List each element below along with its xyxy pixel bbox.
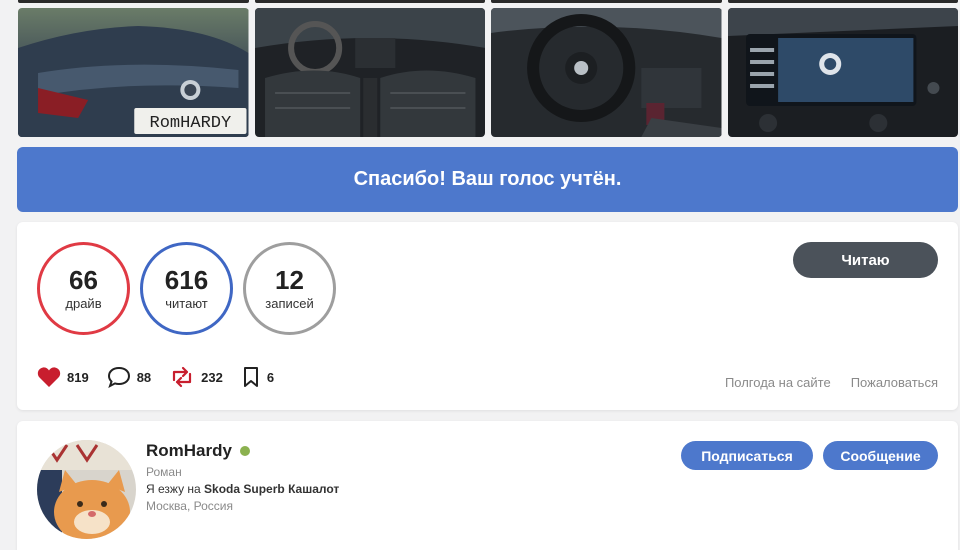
like-count: 819 — [67, 369, 89, 385]
posts-label: записей — [265, 296, 314, 311]
drive-count: 66 — [69, 265, 98, 295]
comment-icon — [107, 366, 130, 388]
subscribe-button[interactable]: Подписаться — [681, 441, 813, 470]
gallery-photo-car-rear[interactable]: RomHARDY — [18, 8, 249, 137]
followers-counter[interactable]: 616 читают — [140, 242, 233, 335]
vote-thanks-banner: Спасибо! Ваш голос учтён. — [17, 147, 958, 212]
followers-count: 616 — [164, 265, 209, 295]
action-bar: 819 88 232 6 — [37, 366, 292, 388]
profile-car-prefix: Я езжу на — [146, 482, 205, 496]
gallery-photo-infotainment[interactable] — [727, 8, 958, 137]
repost-action[interactable]: 232 — [169, 366, 223, 388]
comment-count: 88 — [136, 369, 152, 385]
bookmark-icon — [243, 367, 258, 387]
message-button[interactable]: Сообщение — [823, 441, 938, 470]
vote-thanks-text: Спасибо! Ваш голос учтён. — [353, 168, 622, 190]
like-action[interactable]: 819 — [37, 366, 89, 388]
reading-button[interactable]: Читаю — [793, 242, 938, 278]
repost-icon — [173, 366, 192, 388]
gallery-photo-steering-wheel[interactable] — [491, 8, 722, 137]
time-on-site-link[interactable]: Полгода на сайте — [725, 375, 831, 390]
profile-username-row: RomHardy — [146, 441, 250, 461]
profile-username[interactable]: RomHardy — [146, 441, 232, 461]
license-plate-text: RomHARDY — [150, 114, 232, 133]
posts-counter[interactable]: 12 записей — [243, 242, 336, 335]
profile-card: RomHardy Роман Я езжу на Skoda Superb Ка… — [17, 421, 958, 550]
posts-count: 12 — [275, 265, 304, 295]
profile-car-line: Я езжу на Skoda Superb Кашалот — [146, 482, 339, 496]
page: RomHARDY Спасибо! Ваш голос учтён. 66 др… — [0, 0, 960, 550]
photo-gallery: RomHARDY — [18, 8, 958, 137]
bookmark-count: 6 — [266, 369, 275, 385]
avatar[interactable] — [37, 440, 136, 539]
meta-links: Полгода на сайте Пожаловаться — [725, 375, 938, 390]
heart-icon — [37, 367, 61, 387]
bookmark-action[interactable]: 6 — [241, 366, 274, 388]
followers-label: читают — [165, 296, 208, 311]
profile-real-name: Роман — [146, 465, 182, 479]
online-status-dot — [239, 446, 250, 456]
comment-action[interactable]: 88 — [107, 366, 151, 388]
repost-count: 232 — [201, 369, 223, 385]
gallery-photo-interior[interactable] — [254, 8, 485, 137]
profile-city: Москва, Россия — [146, 499, 233, 513]
drive-label: драйв — [65, 296, 102, 311]
profile-car-link[interactable]: Skoda Superb Кашалот — [204, 482, 339, 496]
stats-card: 66 драйв 616 читают 12 записей Читаю 819 — [17, 222, 958, 410]
drive-counter[interactable]: 66 драйв — [37, 242, 130, 335]
report-link[interactable]: Пожаловаться — [851, 375, 938, 390]
gallery-top-strip — [18, 0, 958, 3]
